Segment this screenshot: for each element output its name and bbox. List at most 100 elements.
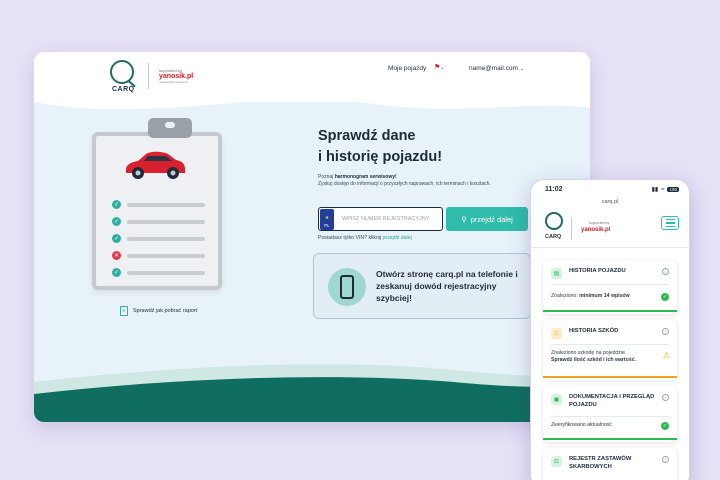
card-vehicle-history[interactable]: ▤ HISTORIA POJAZDU i Znaleziono: minimum… <box>543 260 677 314</box>
header-wave <box>34 94 590 110</box>
registration-plate-field[interactable]: ✱ PL <box>318 207 443 231</box>
mobile-phone-frame: 11:02 ▮▮ ≈ 100 carq.pl CARQ supported by… <box>530 179 690 480</box>
smartphone-icon <box>340 275 354 299</box>
chevron-down-icon: ⌄ <box>519 66 524 72</box>
card-status-line <box>543 310 677 312</box>
signal-icon: ▮▮ <box>651 187 659 193</box>
chevron-down-icon: ⌄ <box>440 65 445 71</box>
checklist-item: ✓ <box>112 268 205 277</box>
check-icon: ✓ <box>112 268 121 277</box>
check-icon: ✓ <box>112 217 121 226</box>
status-time: 11:02 <box>545 186 563 193</box>
card-body-bold: Sprawdź ilość szkód i ich wartość. <box>551 357 637 363</box>
card-tax-pledge-register[interactable]: ⚖ REJESTR ZASTAWÓW SKARBOWYCH i <box>543 448 677 480</box>
card-title: REJESTR ZASTAWÓW SKARBOWYCH <box>569 456 632 470</box>
continue-button-label: przejdź dalej <box>470 214 513 224</box>
card-status-line <box>543 438 677 440</box>
wifi-icon: ≈ <box>661 186 665 193</box>
lead-rest: Zyskuj dostęp do informacji o przyszłych… <box>318 180 491 187</box>
carq-q-icon <box>110 60 134 84</box>
eu-stars-icon: ✱ <box>325 214 329 220</box>
checklist-item: ✓ <box>112 217 205 226</box>
hero-title-line2: i historię pojazdu! <box>318 149 443 165</box>
checklist-bar <box>127 253 205 258</box>
address-bar-url[interactable]: carq.pl <box>531 199 689 205</box>
partner-logo: yanosik.pl <box>581 227 611 233</box>
logo-word: CARQ <box>112 86 135 93</box>
user-email: name@mail.com <box>469 65 518 72</box>
partner-logo: yanosik.pl <box>159 73 194 80</box>
info-icon[interactable]: i <box>662 268 669 275</box>
supported-by-label: supported by <box>589 221 610 225</box>
registration-number-input[interactable] <box>342 216 442 222</box>
battery-icon: 100 <box>667 187 679 192</box>
card-body-text: Zweryfikowano aktualność <box>551 422 612 428</box>
car-icon <box>126 151 185 179</box>
nav-my-vehicles[interactable]: Moje pojazdy <box>388 65 426 72</box>
checklist-bar <box>127 219 205 224</box>
cross-icon: ✕ <box>112 251 121 260</box>
warning-icon: ⚠ <box>662 351 670 360</box>
desktop-browser-window: CARQ supported by yanosik.pl niezawodny … <box>34 52 590 422</box>
check-icon: ✓ <box>112 234 121 243</box>
info-icon[interactable]: i <box>662 456 669 463</box>
carq-q-icon[interactable] <box>545 212 563 230</box>
phone-icon-circle <box>328 268 366 306</box>
info-icon[interactable]: i <box>662 328 669 335</box>
card-body-text: Znaleziono: <box>551 293 580 299</box>
carq-logo[interactable]: CARQ supported by yanosik.pl niezawodny … <box>110 60 194 93</box>
hamburger-menu-button[interactable] <box>661 216 679 230</box>
vin-prompt: Posiadasz tylko VIN? kliknij przejdź dal… <box>318 235 412 241</box>
card-body-bold: minimum 14 wpisów <box>579 293 630 299</box>
app-promo-text: Otwórz stronę carq.pl na telefonie i zes… <box>376 269 518 303</box>
plate-country: PL <box>324 222 330 228</box>
damage-icon: ⚠ <box>551 328 562 339</box>
card-divider <box>551 344 669 345</box>
checklist-bar <box>127 236 205 241</box>
success-icon: ✓ <box>661 422 669 430</box>
eu-plate-badge: ✱ PL <box>320 208 334 230</box>
document-icon: ▤ <box>551 268 562 279</box>
card-body: Zweryfikowano aktualność <box>551 422 669 429</box>
status-icons: ▮▮ ≈ 100 <box>652 186 679 193</box>
card-body: Znaleziono: minimum 14 wpisów <box>551 293 669 300</box>
hero-title-line1: Sprawdź dane <box>318 128 416 144</box>
card-divider <box>551 416 669 417</box>
card-title: HISTORIA POJAZDU <box>569 268 626 274</box>
clipboard-clip <box>148 118 192 138</box>
card-body-text: Znaleziono szkodę na pojeździe. <box>551 350 627 356</box>
card-title: HISTORIA SZKÓD <box>569 328 619 334</box>
hero-title: Sprawdź dane i historię pojazdu! <box>318 126 442 168</box>
partner-tagline: niezawodny kierowca <box>159 80 188 84</box>
checklist-bar <box>127 270 205 275</box>
card-documentation-inspection[interactable]: ▣ DOKUMENTACJA I PRZEGLĄD POJAZDU i Zwer… <box>543 386 677 442</box>
info-icon[interactable]: i <box>662 394 669 401</box>
card-damage-history[interactable]: ⚠ HISTORIA SZKÓD i Znaleziono szkodę na … <box>543 320 677 380</box>
check-icon: ✓ <box>112 200 121 209</box>
checklist-bar <box>127 202 205 207</box>
vin-prompt-text: Posiadasz tylko VIN? kliknij <box>318 235 383 241</box>
logo-separator <box>148 63 149 89</box>
mobile-logo-word: CARQ <box>545 234 562 240</box>
search-icon: ⚲ <box>461 214 467 224</box>
language-switcher[interactable]: ⚑⌄ <box>434 63 444 71</box>
card-body: Znaleziono szkodę na pojeździe. Sprawdź i… <box>551 350 655 364</box>
checklist-item: ✓ <box>112 200 205 209</box>
inspection-icon: ▣ <box>551 394 562 405</box>
success-icon: ✓ <box>661 293 669 301</box>
logo-separator <box>571 218 572 240</box>
report-guide-link[interactable]: ≡ Sprawdź jak pobrać raport <box>120 306 197 316</box>
vin-link[interactable]: przejdź dalej <box>383 235 412 241</box>
continue-button[interactable]: ⚲ przejdź dalej <box>446 207 528 231</box>
checklist-item: ✕ <box>112 251 205 260</box>
card-divider <box>551 284 669 285</box>
user-menu[interactable]: name@mail.com ⌄ <box>469 65 524 72</box>
card-title: DOKUMENTACJA I PRZEGLĄD POJAZDU <box>569 394 655 408</box>
lead-bold: harmonogram serwisowy! <box>334 174 397 180</box>
card-status-line <box>543 376 677 378</box>
footer-wave <box>34 364 590 422</box>
report-guide-label: Sprawdź jak pobrać raport <box>133 308 198 314</box>
clipboard-illustration: ✓ ✓ ✓ ✕ ✓ <box>92 132 222 290</box>
lead-prefix: Poznaj <box>318 174 335 180</box>
hero-lead: Poznaj harmonogram serwisowy! Zyskuj dos… <box>318 174 518 187</box>
